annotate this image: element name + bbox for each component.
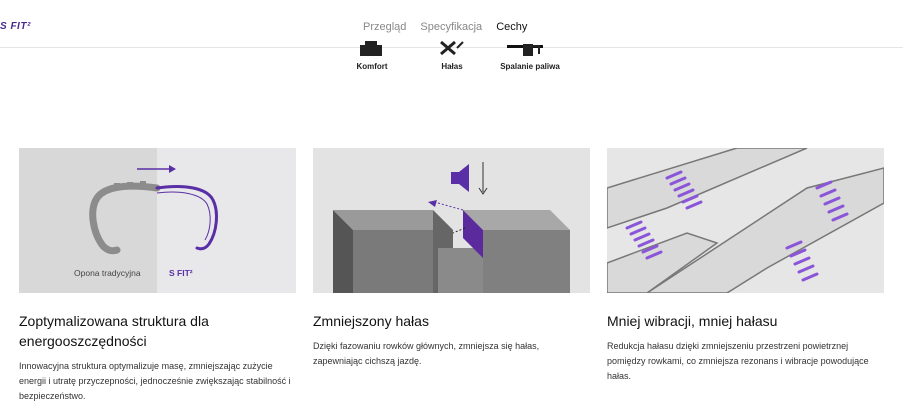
- card-title: Mniej wibracji, mniej hałasu: [607, 313, 778, 329]
- feature-label: Komfort: [356, 62, 388, 71]
- feature-card-noise: Zmniejszony hałas Dzięki fazowaniu rowkó…: [313, 148, 590, 369]
- comfort-icon: [360, 41, 382, 56]
- card-title: Zoptymalizowana struktura dla energooszc…: [19, 313, 209, 349]
- tab-overview[interactable]: Przegląd: [356, 21, 413, 33]
- feature-label: Spalanie paliwa: [500, 62, 560, 71]
- feature-card-vibration: Mniej wibracji, mniej hałasu Redukcja ha…: [607, 148, 884, 384]
- feature-comfort: Komfort: [342, 40, 402, 72]
- noise-illustration: [313, 148, 590, 293]
- feature-noise: Hałas: [422, 40, 482, 72]
- feature-icons-row: Komfort Hałas Spalanie paliwa: [340, 40, 580, 90]
- noise-icon: [440, 40, 464, 56]
- vibration-illustration: [607, 148, 884, 293]
- brand-logo[interactable]: S FIT²: [0, 21, 31, 32]
- feature-fuel: Spalanie paliwa: [500, 40, 560, 72]
- tab-specification[interactable]: Specyfikacja: [413, 21, 489, 33]
- card-title: Zmniejszony hałas: [313, 313, 429, 329]
- traditional-tire-label: Opona tradycyjna: [74, 268, 141, 278]
- section-tabs: Przegląd Specyfikacja Cechy: [356, 21, 534, 33]
- tab-features[interactable]: Cechy: [489, 21, 534, 33]
- feature-label: Hałas: [441, 62, 463, 71]
- fuel-icon: [523, 44, 540, 56]
- card-text: Innowacyjna struktura optymalizuje masę,…: [19, 361, 291, 401]
- structure-illustration: Opona tradycyjna S FIT²: [19, 148, 296, 293]
- feature-card-structure: Opona tradycyjna S FIT² Zoptymalizowana …: [19, 148, 296, 404]
- card-text: Redukcja hałasu dzięki zmniejszeniu prze…: [607, 341, 869, 381]
- sfit-label: S FIT²: [169, 268, 193, 278]
- card-text: Dzięki fazowaniu rowków głównych, zmniej…: [313, 341, 540, 366]
